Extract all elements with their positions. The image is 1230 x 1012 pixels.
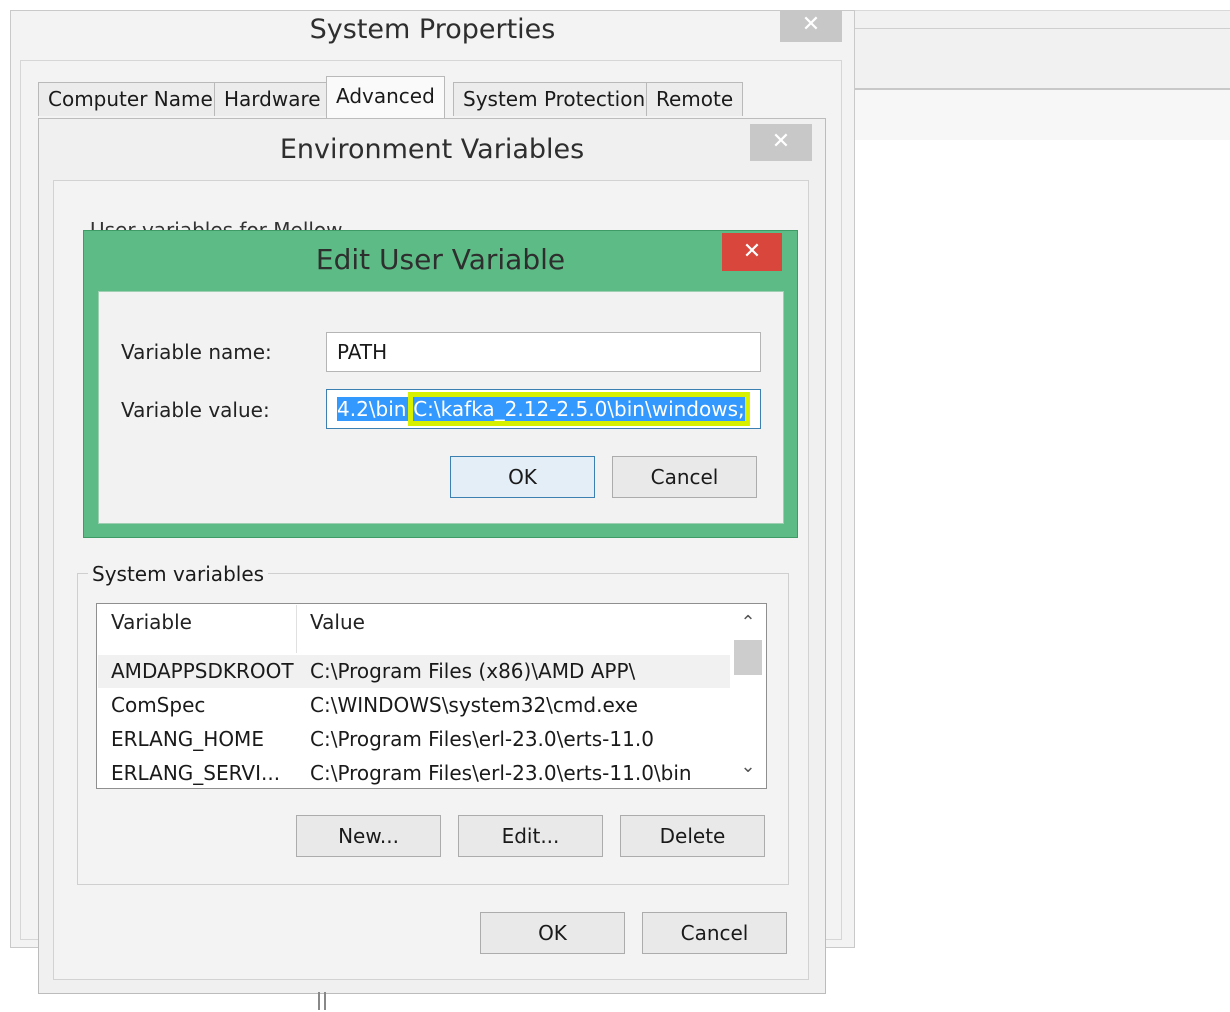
variable-value-label: Variable value: (121, 398, 270, 422)
scrollbar-thumb[interactable] (734, 640, 762, 675)
table-row[interactable]: ERLANG_SERVI... C:\Program Files\erl-23.… (98, 757, 730, 790)
delete-button[interactable]: Delete (620, 815, 765, 857)
tab-hardware[interactable]: Hardware (214, 82, 331, 116)
tab-advanced[interactable]: Advanced (326, 76, 445, 118)
edit-ok-button[interactable]: OK (450, 456, 595, 498)
variable-cell: ComSpec (111, 693, 206, 717)
ok-button[interactable]: OK (480, 912, 625, 954)
tab-remote[interactable]: Remote (646, 82, 744, 116)
column-header-value[interactable]: Value (310, 610, 365, 634)
value-cell: C:\Program Files\erl-23.0\erts-11.0\bin (310, 761, 692, 785)
tab-computer-name[interactable]: Computer Name (38, 82, 223, 116)
value-cell: C:\Program Files\erl-23.0\erts-11.0 (310, 727, 654, 751)
tab-system-protection[interactable]: System Protection (453, 82, 656, 116)
variable-cell: ERLANG_SERVI... (111, 761, 281, 785)
edit-dialog-close-button[interactable]: ✕ (722, 233, 782, 271)
variable-cell: ERLANG_HOME (111, 727, 264, 751)
column-header-variable[interactable]: Variable (111, 610, 192, 634)
edit-button[interactable]: Edit... (458, 815, 603, 857)
close-icon: ✕ (771, 129, 791, 154)
highlighted-text: C:\kafka_2.12-2.5.0\bin\windows; (413, 397, 745, 421)
close-icon: ✕ (742, 239, 762, 264)
table-row[interactable]: ComSpec C:\WINDOWS\system32\cmd.exe (98, 689, 730, 722)
background-divider (855, 28, 1230, 29)
table-row[interactable]: ERLANG_HOME C:\Program Files\erl-23.0\er… (98, 723, 730, 756)
system-variables-label: System variables (88, 562, 269, 586)
close-icon: ✕ (801, 12, 821, 37)
variable-cell: AMDAPPSDKROOT (111, 659, 294, 683)
table-row[interactable]: AMDAPPSDKROOT C:\Program Files (x86)\AMD… (98, 655, 730, 688)
scroll-up-icon[interactable]: ⌃ (731, 612, 765, 633)
column-divider[interactable] (296, 605, 297, 653)
cancel-button[interactable]: Cancel (642, 912, 787, 954)
value-cell: C:\WINDOWS\system32\cmd.exe (310, 693, 638, 717)
edit-cancel-button[interactable]: Cancel (612, 456, 757, 498)
new-button[interactable]: New... (296, 815, 441, 857)
window-edge-marker (318, 992, 326, 1010)
value-cell: C:\Program Files (x86)\AMD APP\ (310, 659, 636, 683)
environment-variables-close-button[interactable]: ✕ (750, 124, 812, 161)
scroll-down-icon[interactable]: ⌄ (731, 756, 765, 777)
background-divider (855, 88, 1230, 90)
edit-user-variable-title: Edit User Variable (315, 243, 566, 276)
variable-name-label: Variable name: (121, 340, 272, 364)
variable-value-field[interactable]: 4.2\bin;C:\kafka_2.12-2.5.0\bin\windows; (326, 389, 761, 429)
variable-name-field[interactable]: PATH (326, 332, 761, 372)
environment-variables-title: Environment Variables (279, 134, 585, 165)
background-window-strip (855, 10, 1230, 90)
system-properties-close-button[interactable]: ✕ (780, 10, 842, 42)
selected-text: 4.2\bin; (337, 397, 414, 421)
background-window-pane (855, 90, 1230, 140)
system-properties-title: System Properties (309, 14, 556, 45)
